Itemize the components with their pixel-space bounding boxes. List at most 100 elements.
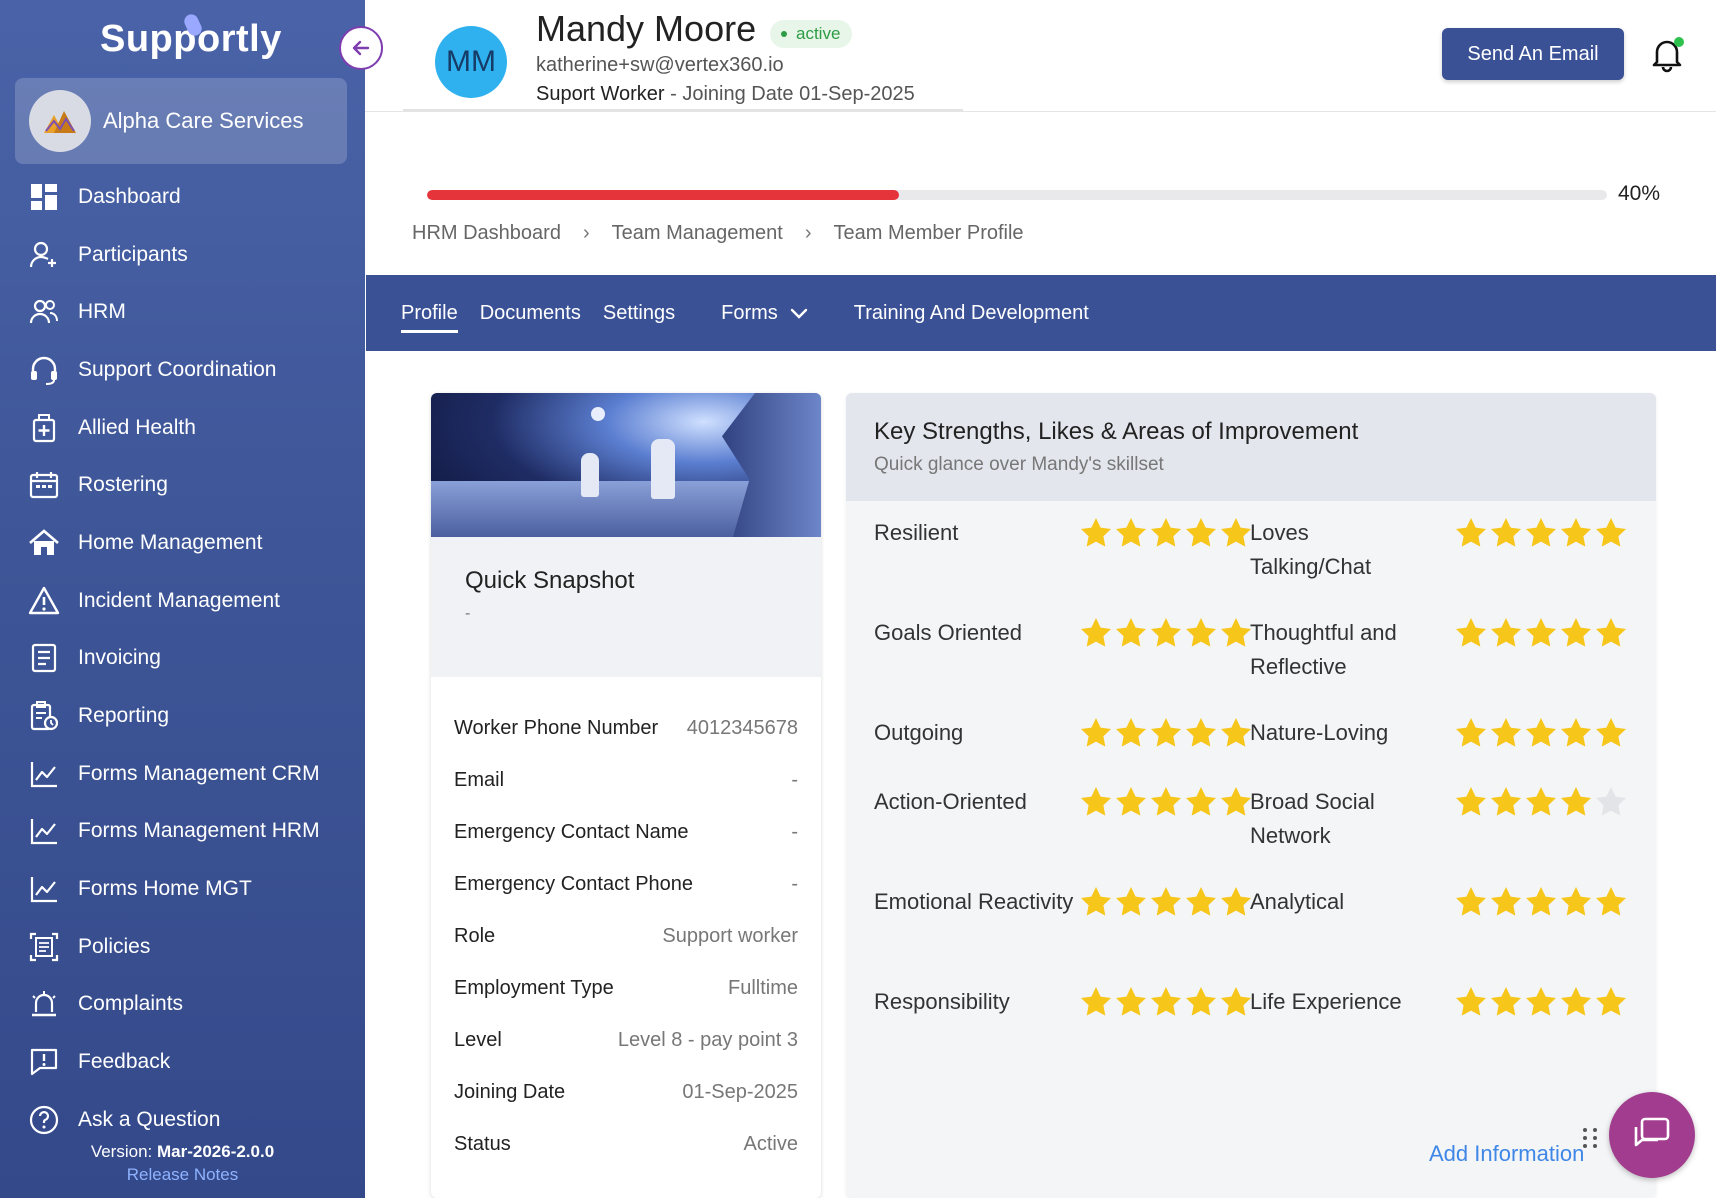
- star-filled-icon[interactable]: [1149, 885, 1183, 919]
- star-filled-icon[interactable]: [1114, 716, 1148, 750]
- sidebar-item-complaints[interactable]: Complaints: [0, 976, 365, 1034]
- strength-rating[interactable]: [1079, 885, 1254, 919]
- sidebar-item-dashboard[interactable]: Dashboard: [0, 168, 365, 226]
- star-filled-icon[interactable]: [1524, 616, 1558, 650]
- like-rating[interactable]: [1454, 616, 1629, 650]
- star-empty-icon[interactable]: [1594, 785, 1628, 819]
- strength-rating[interactable]: [1079, 716, 1254, 750]
- star-filled-icon[interactable]: [1149, 716, 1183, 750]
- star-filled-icon[interactable]: [1594, 885, 1628, 919]
- star-filled-icon[interactable]: [1594, 616, 1628, 650]
- star-filled-icon[interactable]: [1184, 716, 1218, 750]
- star-filled-icon[interactable]: [1454, 716, 1488, 750]
- star-filled-icon[interactable]: [1489, 885, 1523, 919]
- star-filled-icon[interactable]: [1079, 516, 1113, 550]
- star-filled-icon[interactable]: [1079, 885, 1113, 919]
- star-filled-icon[interactable]: [1524, 985, 1558, 1019]
- strength-rating[interactable]: [1079, 985, 1254, 1019]
- tab-documents[interactable]: Documents: [480, 275, 581, 351]
- star-filled-icon[interactable]: [1114, 785, 1148, 819]
- breadcrumb-hrm-dashboard[interactable]: HRM Dashboard: [412, 222, 561, 245]
- star-filled-icon[interactable]: [1219, 785, 1253, 819]
- star-filled-icon[interactable]: [1149, 985, 1183, 1019]
- org-switcher[interactable]: Alpha Care Services: [15, 78, 347, 164]
- breadcrumb-team-management[interactable]: Team Management: [612, 222, 783, 245]
- strength-rating[interactable]: [1079, 616, 1254, 650]
- sidebar-item-reporting[interactable]: Reporting: [0, 687, 365, 745]
- star-filled-icon[interactable]: [1114, 616, 1148, 650]
- like-rating[interactable]: [1454, 885, 1629, 919]
- star-filled-icon[interactable]: [1079, 716, 1113, 750]
- star-filled-icon[interactable]: [1559, 985, 1593, 1019]
- release-notes-link[interactable]: Release Notes: [0, 1165, 365, 1185]
- sidebar-item-ask-a-question[interactable]: Ask a Question: [0, 1091, 365, 1149]
- star-filled-icon[interactable]: [1594, 716, 1628, 750]
- sidebar-item-hrm[interactable]: HRM: [0, 283, 365, 341]
- star-filled-icon[interactable]: [1149, 516, 1183, 550]
- star-filled-icon[interactable]: [1149, 785, 1183, 819]
- star-filled-icon[interactable]: [1454, 785, 1488, 819]
- star-filled-icon[interactable]: [1454, 516, 1488, 550]
- star-filled-icon[interactable]: [1489, 985, 1523, 1019]
- star-filled-icon[interactable]: [1454, 616, 1488, 650]
- tab-training[interactable]: Training And Development: [854, 275, 1089, 351]
- chat-button[interactable]: [1609, 1092, 1695, 1178]
- like-rating[interactable]: [1454, 985, 1629, 1019]
- notifications-button[interactable]: [1647, 34, 1687, 74]
- star-filled-icon[interactable]: [1524, 716, 1558, 750]
- sidebar-item-policies[interactable]: Policies: [0, 918, 365, 976]
- star-filled-icon[interactable]: [1184, 785, 1218, 819]
- sidebar-item-rostering[interactable]: Rostering: [0, 456, 365, 514]
- star-filled-icon[interactable]: [1219, 716, 1253, 750]
- star-filled-icon[interactable]: [1559, 516, 1593, 550]
- sidebar-item-support-coordination[interactable]: Support Coordination: [0, 341, 365, 399]
- star-filled-icon[interactable]: [1594, 985, 1628, 1019]
- star-filled-icon[interactable]: [1184, 985, 1218, 1019]
- sidebar-item-invoicing[interactable]: Invoicing: [0, 630, 365, 688]
- tab-forms[interactable]: Forms: [721, 275, 810, 351]
- star-filled-icon[interactable]: [1559, 785, 1593, 819]
- strength-rating[interactable]: [1079, 516, 1254, 550]
- collapse-sidebar-button[interactable]: [339, 26, 383, 70]
- star-filled-icon[interactable]: [1219, 616, 1253, 650]
- like-rating[interactable]: [1454, 785, 1629, 819]
- star-filled-icon[interactable]: [1489, 616, 1523, 650]
- star-filled-icon[interactable]: [1524, 785, 1558, 819]
- star-filled-icon[interactable]: [1184, 516, 1218, 550]
- send-email-button[interactable]: Send An Email: [1442, 28, 1624, 80]
- sidebar-item-participants[interactable]: Participants: [0, 226, 365, 284]
- star-filled-icon[interactable]: [1454, 885, 1488, 919]
- star-filled-icon[interactable]: [1079, 785, 1113, 819]
- star-filled-icon[interactable]: [1559, 885, 1593, 919]
- tab-settings[interactable]: Settings: [603, 275, 675, 351]
- supportly-logo[interactable]: Supportly: [100, 12, 282, 61]
- like-rating[interactable]: [1454, 716, 1629, 750]
- star-filled-icon[interactable]: [1559, 616, 1593, 650]
- tab-profile[interactable]: Profile: [401, 275, 458, 351]
- star-filled-icon[interactable]: [1114, 516, 1148, 550]
- star-filled-icon[interactable]: [1079, 616, 1113, 650]
- star-filled-icon[interactable]: [1114, 885, 1148, 919]
- star-filled-icon[interactable]: [1219, 516, 1253, 550]
- sidebar-item-forms-management-hrm[interactable]: Forms Management HRM: [0, 803, 365, 861]
- strength-rating[interactable]: [1079, 785, 1254, 819]
- sidebar-item-forms-management-crm[interactable]: Forms Management CRM: [0, 745, 365, 803]
- star-filled-icon[interactable]: [1524, 516, 1558, 550]
- star-filled-icon[interactable]: [1489, 516, 1523, 550]
- sidebar-item-feedback[interactable]: Feedback: [0, 1033, 365, 1091]
- star-filled-icon[interactable]: [1079, 985, 1113, 1019]
- sidebar-item-home-management[interactable]: Home Management: [0, 514, 365, 572]
- like-rating[interactable]: [1454, 516, 1629, 550]
- sidebar-item-incident-management[interactable]: Incident Management: [0, 572, 365, 630]
- add-information-link[interactable]: Add Information: [1429, 1141, 1584, 1167]
- sidebar-item-forms-home-mgt[interactable]: Forms Home MGT: [0, 860, 365, 918]
- star-filled-icon[interactable]: [1149, 616, 1183, 650]
- star-filled-icon[interactable]: [1114, 985, 1148, 1019]
- star-filled-icon[interactable]: [1219, 885, 1253, 919]
- star-filled-icon[interactable]: [1524, 885, 1558, 919]
- star-filled-icon[interactable]: [1219, 985, 1253, 1019]
- star-filled-icon[interactable]: [1489, 716, 1523, 750]
- star-filled-icon[interactable]: [1184, 885, 1218, 919]
- star-filled-icon[interactable]: [1594, 516, 1628, 550]
- star-filled-icon[interactable]: [1454, 985, 1488, 1019]
